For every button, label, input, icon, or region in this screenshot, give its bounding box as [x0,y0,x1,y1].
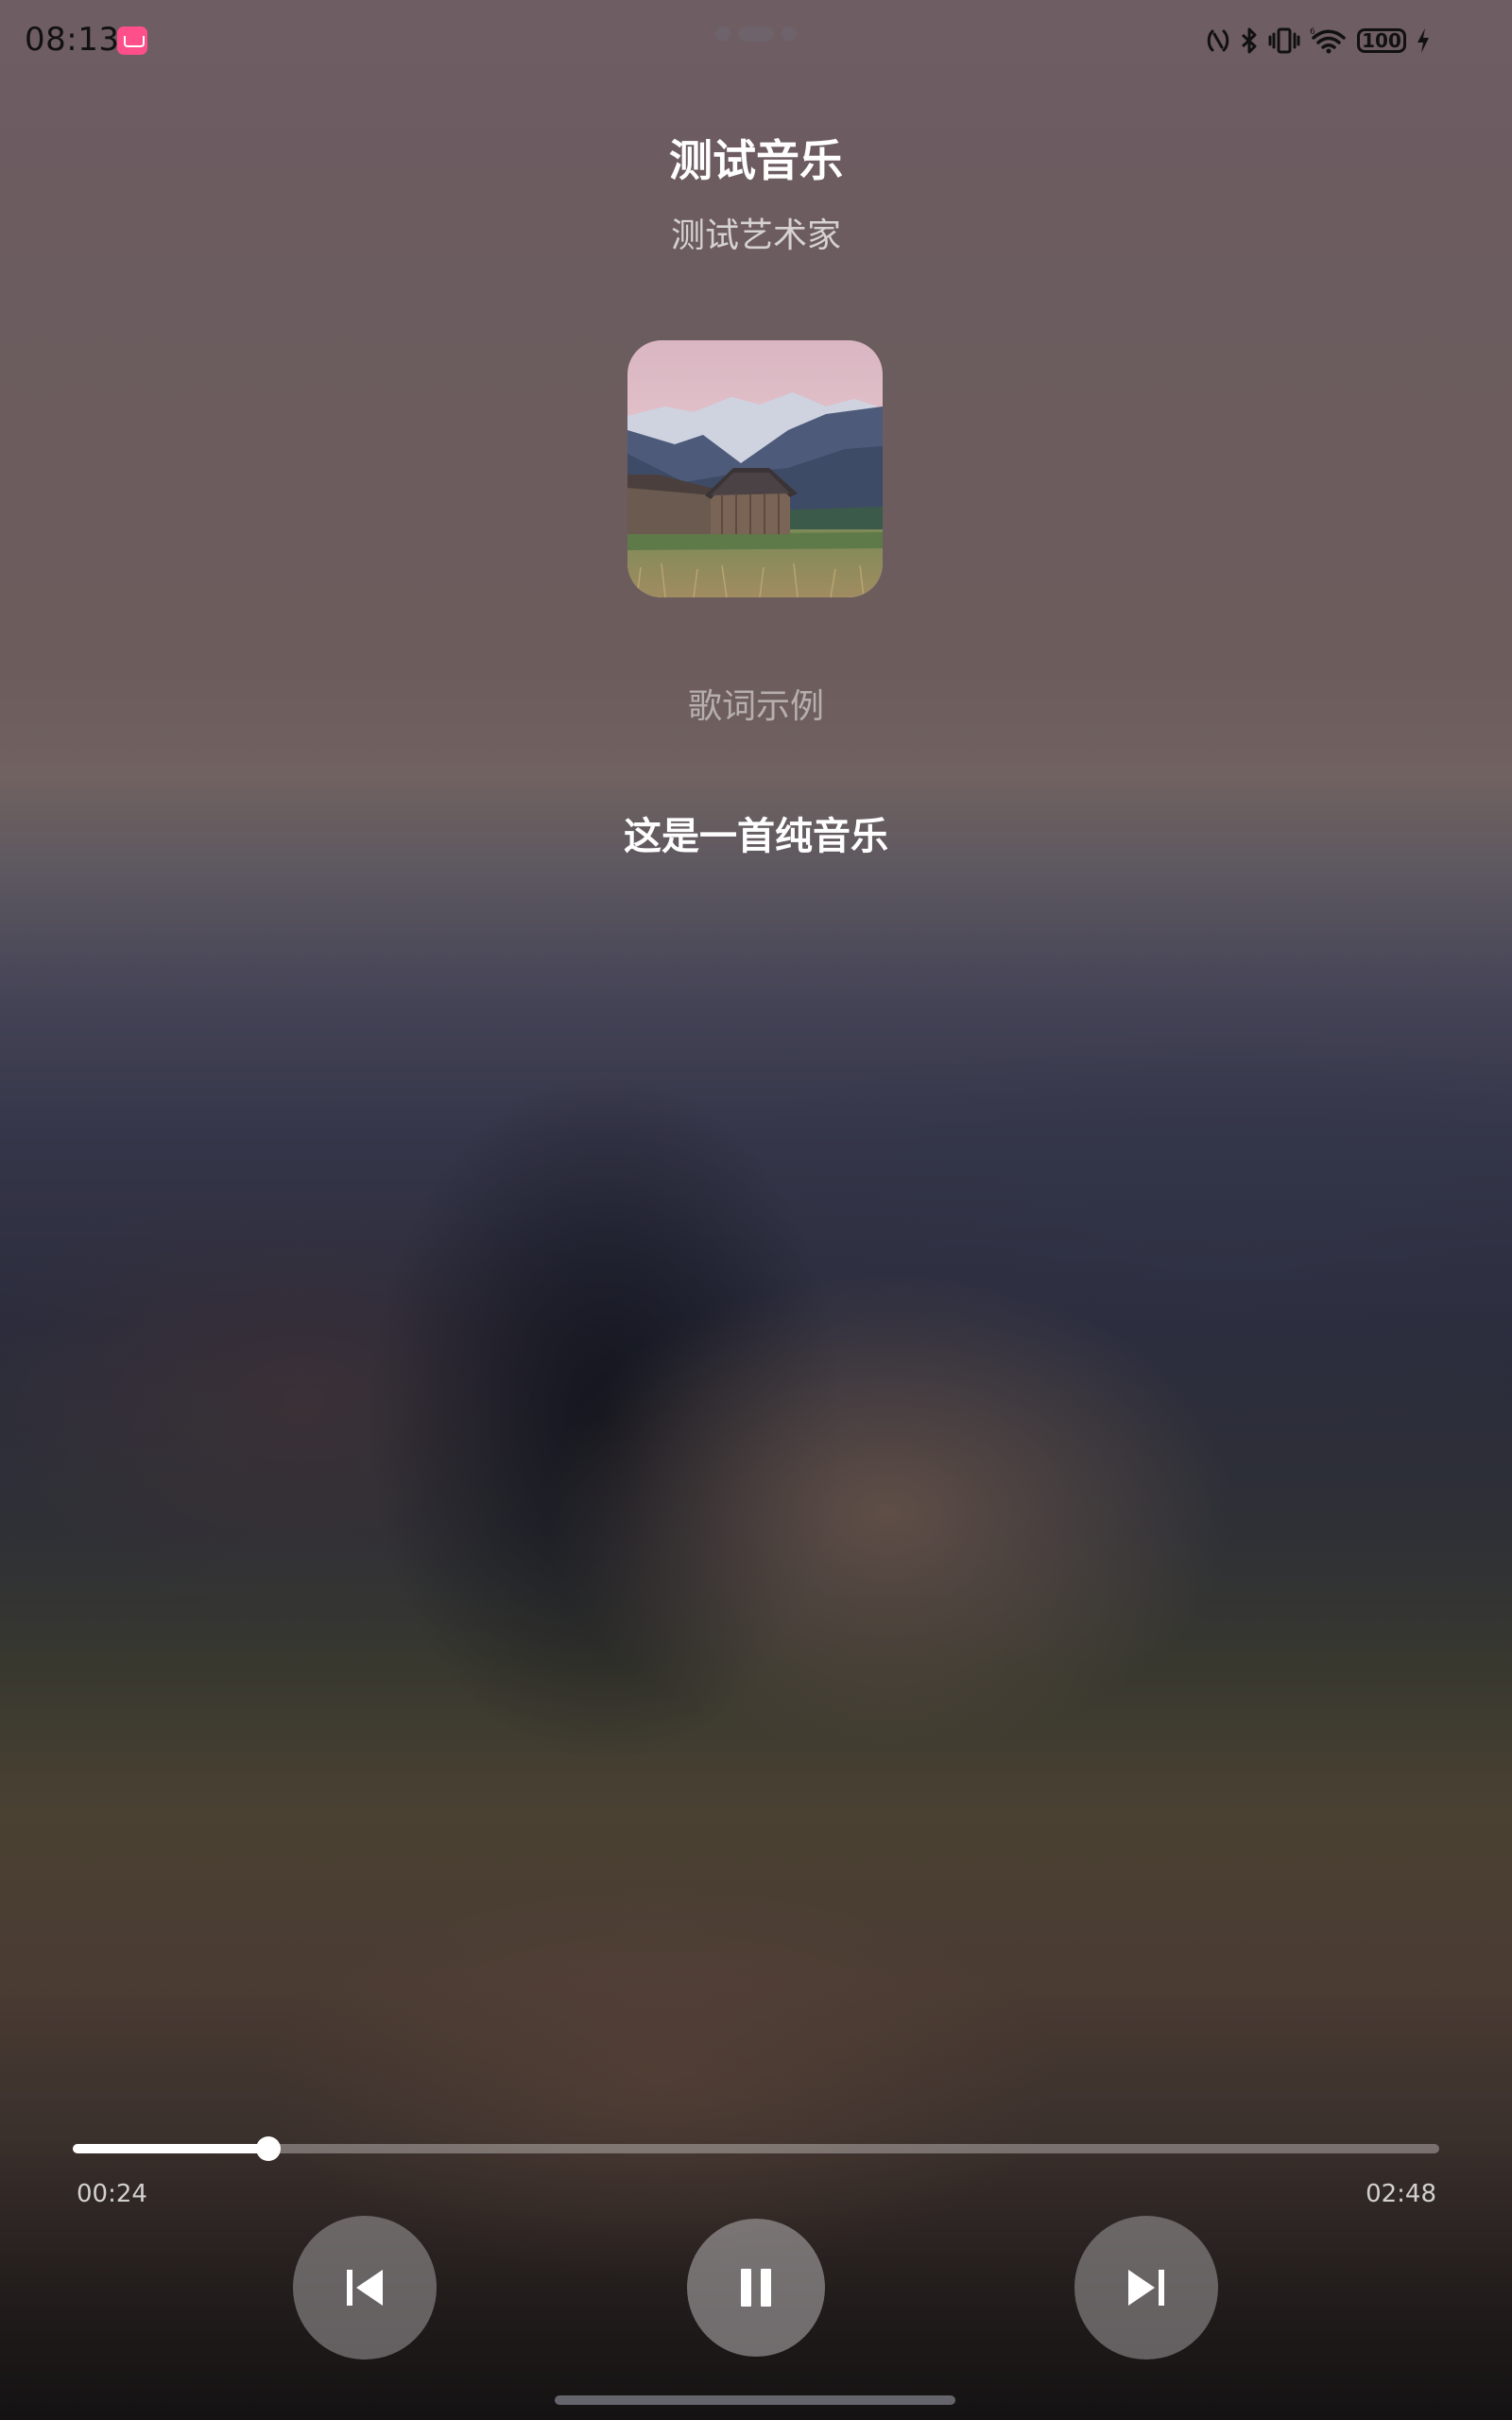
total-time: 02:48 [1366,2180,1436,2208]
pause-icon [741,2269,771,2307]
wifi-icon: 6 [1310,27,1346,54]
lyrics-sample-label: 歌词示例 [687,687,824,726]
skip-next-icon [1128,2270,1164,2306]
track-title: 测试音乐 [669,135,843,186]
camera-cutout [715,25,797,43]
progress-fill [73,2144,268,2153]
progress-thumb[interactable] [255,2136,281,2161]
bluetooth-icon [1241,27,1257,54]
play-pause-button[interactable] [687,2219,825,2357]
skip-previous-icon [347,2270,383,2306]
svg-text:6: 6 [1310,27,1315,37]
status-bar: 08:13 6 100 [0,0,1512,79]
nfc-icon [1207,29,1229,52]
previous-button[interactable] [293,2216,437,2360]
lyrics-current-line[interactable]: 这是一首纯音乐 [0,805,1512,860]
charging-icon [1418,28,1429,53]
app-badge-icon [117,26,147,55]
track-artist: 测试艺术家 [670,216,841,255]
home-indicator[interactable] [555,2395,955,2405]
status-time: 08:13 [25,21,120,59]
next-button[interactable] [1074,2216,1218,2360]
album-cover-image [627,340,883,597]
vibrate-icon [1268,27,1300,54]
progress-bar[interactable] [73,2136,1439,2161]
elapsed-time: 00:24 [77,2180,147,2208]
battery-icon: 100 [1357,28,1406,53]
status-icons: 6 100 [1206,25,1431,57]
